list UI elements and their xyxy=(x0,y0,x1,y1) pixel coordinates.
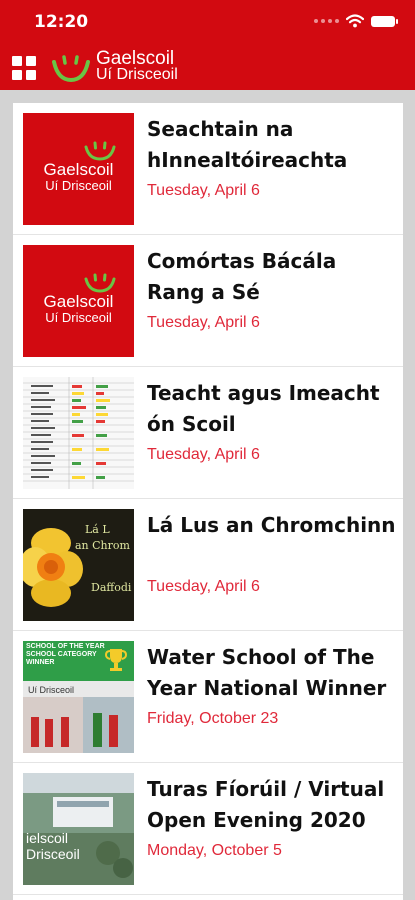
wifi-icon xyxy=(346,14,364,28)
item-date: Tuesday, April 6 xyxy=(147,578,260,595)
thumbnail-daffodil: Lá L an Chrom Daffodi xyxy=(23,509,134,621)
timetable-image xyxy=(23,377,134,489)
thumb-logo-name: Gaelscoil xyxy=(43,292,114,311)
daffodil-text-2: an Chrom xyxy=(75,539,130,552)
news-list: Gaelscoil Uí Drisceoil Seachtain na hInn… xyxy=(13,103,403,900)
thumb-logo-name: Gaelscoil xyxy=(43,160,114,179)
menu-grid-button[interactable] xyxy=(12,56,36,80)
status-icons xyxy=(314,14,398,28)
award-banner-text: SCHOOL OF THE YEAR SCHOOL CATEGORY WINNE… xyxy=(26,643,105,666)
status-time: 12:20 xyxy=(34,12,89,32)
thumbnail-virtual-tour: ielscoil Drisceoil xyxy=(23,773,134,885)
award-banner: SCHOOL OF THE YEAR SCHOOL CATEGORY WINNE… xyxy=(23,641,134,681)
award-photo xyxy=(23,697,134,753)
daffodil-text-3: Daffodi xyxy=(91,581,132,594)
signal-dots-icon xyxy=(314,19,339,23)
trophy-icon xyxy=(105,649,127,671)
thumb-turas-line2: Drisceoil xyxy=(26,846,80,862)
thumb-logo-sub: Uí Drisceoil xyxy=(45,310,112,325)
list-item[interactable]: SCHOOL OF THE YEAR SCHOOL CATEGORY WINNE… xyxy=(13,631,403,763)
item-title[interactable]: Turas Fíorúil / Virtual Open Evening 202… xyxy=(147,774,397,836)
list-item[interactable]: Gaelscoil Uí Drisceoil Seachtain na hInn… xyxy=(13,103,403,235)
thumb-logo-sub: Uí Drisceoil xyxy=(45,178,112,193)
item-date: Monday, October 5 xyxy=(147,842,282,859)
daffodil-text-1: Lá L xyxy=(85,523,110,536)
logo-subname: Uí Drisceoil xyxy=(96,66,178,83)
list-item[interactable]: Teacht agus Imeacht ón Scoil Tuesday, Ap… xyxy=(13,367,403,499)
school-logo: Gaelscoil Uí Drisceoil xyxy=(50,48,180,86)
item-date: Friday, October 23 xyxy=(147,710,279,727)
item-title[interactable]: Water School of The Year National Winner xyxy=(147,642,397,704)
thumb-turas-line1: ielscoil xyxy=(26,830,69,846)
thumbnail-logo: Gaelscoil Uí Drisceoil xyxy=(23,245,134,357)
item-date: Tuesday, April 6 xyxy=(147,182,260,199)
smile-logo-icon xyxy=(52,55,90,83)
thumbnail-timetable xyxy=(23,377,134,489)
list-item[interactable]: Gaelscoil Uí Drisceoil Comórtas Bácála R… xyxy=(13,235,403,367)
list-item[interactable]: Lá L an Chrom Daffodi Lá Lus an Chromchi… xyxy=(13,499,403,631)
app-header: 12:20 Gaelscoil Uí Drisceoil xyxy=(0,0,415,90)
school-aerial-image xyxy=(23,773,134,885)
item-date: Tuesday, April 6 xyxy=(147,314,260,331)
item-date: Tuesday, April 6 xyxy=(147,446,260,463)
battery-icon xyxy=(371,15,398,27)
item-title[interactable]: Seachtain na hInnealtóireachta xyxy=(147,114,397,176)
item-title[interactable]: Comórtas Bácála Rang a Sé xyxy=(147,246,397,308)
item-title[interactable]: Lá Lus an Chromchinn xyxy=(147,510,397,541)
list-item[interactable]: ielscoil Drisceoil Turas Fíorúil / Virtu… xyxy=(13,763,403,895)
item-title[interactable]: Teacht agus Imeacht ón Scoil xyxy=(147,378,397,440)
thumbnail-logo: Gaelscoil Uí Drisceoil xyxy=(23,113,134,225)
award-school-name: Uí Drisceoil xyxy=(28,685,75,695)
thumbnail-water-award: SCHOOL OF THE YEAR SCHOOL CATEGORY WINNE… xyxy=(23,641,134,753)
daffodil-image xyxy=(23,509,134,621)
